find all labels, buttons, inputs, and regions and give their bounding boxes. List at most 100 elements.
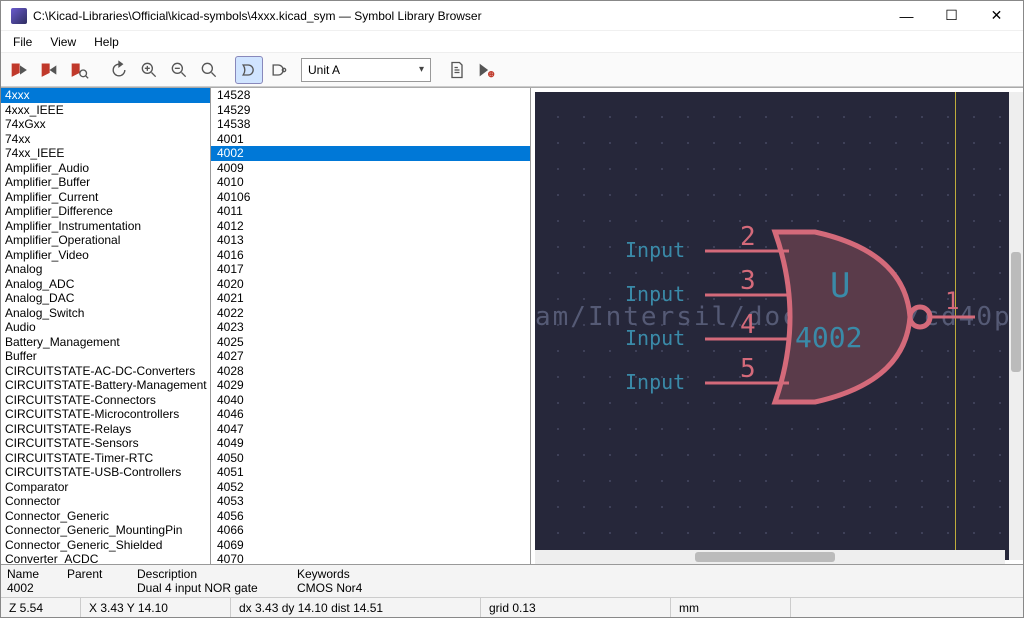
symbol-item[interactable]: 4047 — [211, 422, 530, 437]
symbol-item[interactable]: 4025 — [211, 335, 530, 350]
menu-file[interactable]: File — [5, 33, 40, 51]
menu-view[interactable]: View — [42, 33, 84, 51]
info-parent-value — [67, 581, 137, 595]
unit-select[interactable]: Unit A▾ — [301, 58, 431, 82]
symbol-item[interactable]: 4049 — [211, 436, 530, 451]
library-list[interactable]: 4xxx4xxx_IEEE74xGxx74xx74xx_IEEEAmplifie… — [1, 88, 211, 564]
zoom-in-icon[interactable] — [135, 56, 163, 84]
status-grid: grid 0.13 — [481, 598, 671, 617]
symbol-item[interactable]: 4023 — [211, 320, 530, 335]
library-item[interactable]: Analog_Switch — [1, 306, 210, 321]
symbol-item[interactable]: 4020 — [211, 277, 530, 292]
symbol-item[interactable]: 4012 — [211, 219, 530, 234]
library-item[interactable]: Battery_Management — [1, 335, 210, 350]
gate-alt-icon[interactable] — [265, 56, 293, 84]
library-item[interactable]: Buffer — [1, 349, 210, 364]
library-item[interactable]: CIRCUITSTATE-Relays — [1, 422, 210, 437]
library-item[interactable]: Amplifier_Video — [1, 248, 210, 263]
library-item[interactable]: Amplifier_Current — [1, 190, 210, 205]
library-item[interactable]: 4xxx_IEEE — [1, 103, 210, 118]
status-dxdy: dx 3.43 dy 14.10 dist 14.51 — [231, 598, 481, 617]
library-item[interactable]: CIRCUITSTATE-Microcontrollers — [1, 407, 210, 422]
library-item[interactable]: CIRCUITSTATE-Battery-Management — [1, 378, 210, 393]
preview-scrollbar-vertical[interactable] — [1009, 92, 1023, 560]
minimize-button[interactable]: — — [884, 1, 929, 31]
library-item[interactable]: Audio — [1, 320, 210, 335]
close-button[interactable]: ✕ — [974, 1, 1019, 31]
library-item[interactable]: Amplifier_Operational — [1, 233, 210, 248]
zoom-out-icon[interactable] — [165, 56, 193, 84]
library-item[interactable]: Connector_Generic_Shielded — [1, 538, 210, 553]
refresh-icon[interactable] — [105, 56, 133, 84]
library-item[interactable]: 74xx — [1, 132, 210, 147]
library-item[interactable]: CIRCUITSTATE-Timer-RTC — [1, 451, 210, 466]
prev-lib-icon[interactable] — [5, 56, 33, 84]
symbol-item[interactable]: 4009 — [211, 161, 530, 176]
symbol-item[interactable]: 4051 — [211, 465, 530, 480]
symbol-item[interactable]: 4050 — [211, 451, 530, 466]
symbol-item[interactable]: 4027 — [211, 349, 530, 364]
symbol-item[interactable]: 4066 — [211, 523, 530, 538]
library-item[interactable]: CIRCUITSTATE-AC-DC-Converters — [1, 364, 210, 379]
info-desc-value: Dual 4 input NOR gate — [137, 581, 297, 595]
symbol-item[interactable]: 40106 — [211, 190, 530, 205]
symbol-item[interactable]: 4046 — [211, 407, 530, 422]
symbol-item[interactable]: 4010 — [211, 175, 530, 190]
insert-icon[interactable] — [473, 56, 501, 84]
gate-symbol: 12Input3Input4Input5InputU4002 — [535, 92, 1019, 560]
symbol-item[interactable]: 14529 — [211, 103, 530, 118]
library-item[interactable]: Connector_Generic_MountingPin — [1, 523, 210, 538]
library-item[interactable]: Amplifier_Difference — [1, 204, 210, 219]
next-lib-icon[interactable] — [35, 56, 63, 84]
preview-scrollbar-horizontal[interactable] — [535, 550, 1005, 564]
status-bar: Z 5.54 X 3.43 Y 14.10 dx 3.43 dy 14.10 d… — [1, 597, 1023, 617]
svg-text:U: U — [830, 266, 850, 306]
symbol-item[interactable]: 14538 — [211, 117, 530, 132]
library-item[interactable]: Analog_ADC — [1, 277, 210, 292]
library-item[interactable]: CIRCUITSTATE-Sensors — [1, 436, 210, 451]
symbol-item[interactable]: 4028 — [211, 364, 530, 379]
maximize-button[interactable]: ☐ — [929, 1, 974, 31]
symbol-item[interactable]: 4056 — [211, 509, 530, 524]
library-item[interactable]: Amplifier_Audio — [1, 161, 210, 176]
library-item[interactable]: Connector_Generic — [1, 509, 210, 524]
library-item[interactable]: 74xx_IEEE — [1, 146, 210, 161]
symbol-item[interactable]: 4022 — [211, 306, 530, 321]
library-item[interactable]: Comparator — [1, 480, 210, 495]
status-spacer — [791, 598, 1023, 617]
symbol-item[interactable]: 4021 — [211, 291, 530, 306]
symbol-item[interactable]: 4070 — [211, 552, 530, 564]
symbol-item[interactable]: 4017 — [211, 262, 530, 277]
symbol-item[interactable]: 4052 — [211, 480, 530, 495]
library-item[interactable]: Connector — [1, 494, 210, 509]
library-item[interactable]: Analog_DAC — [1, 291, 210, 306]
library-item[interactable]: Amplifier_Buffer — [1, 175, 210, 190]
symbol-item[interactable]: 4040 — [211, 393, 530, 408]
symbol-item[interactable]: 14528 — [211, 88, 530, 103]
symbol-item[interactable]: 4011 — [211, 204, 530, 219]
symbol-item[interactable]: 4001 — [211, 132, 530, 147]
svg-text:2: 2 — [740, 222, 756, 252]
library-item[interactable]: Converter_ACDC — [1, 552, 210, 564]
symbol-item[interactable]: 4069 — [211, 538, 530, 553]
menu-help[interactable]: Help — [86, 33, 127, 51]
library-item[interactable]: 74xGxx — [1, 117, 210, 132]
zoom-fit-icon[interactable] — [195, 56, 223, 84]
symbol-item[interactable]: 4029 — [211, 378, 530, 393]
symbol-list[interactable]: 1452814529145384001400240094010401064011… — [211, 88, 531, 564]
symbol-item[interactable]: 4016 — [211, 248, 530, 263]
datasheet-icon[interactable] — [443, 56, 471, 84]
library-item[interactable]: Amplifier_Instrumentation — [1, 219, 210, 234]
lib-picker-icon[interactable] — [65, 56, 93, 84]
symbol-item[interactable]: 4013 — [211, 233, 530, 248]
symbol-item[interactable]: 4053 — [211, 494, 530, 509]
library-item[interactable]: CIRCUITSTATE-USB-Controllers — [1, 465, 210, 480]
menubar: FileViewHelp — [1, 31, 1023, 53]
symbol-item[interactable]: 4002 — [211, 146, 530, 161]
library-item[interactable]: Analog — [1, 262, 210, 277]
gate-shape-icon[interactable] — [235, 56, 263, 84]
library-item[interactable]: CIRCUITSTATE-Connectors — [1, 393, 210, 408]
library-item[interactable]: 4xxx — [1, 88, 210, 103]
preview-canvas[interactable]: am/Intersil/documents/cd40p 12Input3Inpu… — [535, 92, 1019, 560]
svg-text:Input: Input — [625, 238, 685, 262]
